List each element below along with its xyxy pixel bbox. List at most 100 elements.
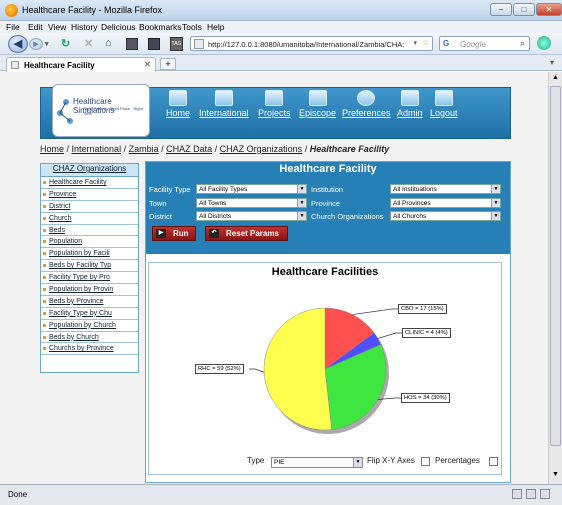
facility-type-select[interactable]: All Facility Types ▼: [196, 184, 307, 194]
breadcrumb-zambia[interactable]: Zambia: [129, 144, 159, 154]
breadcrumb-international[interactable]: International: [72, 144, 122, 154]
breadcrumb-chaz-organizations[interactable]: CHAZ Organizations: [220, 144, 303, 154]
dropdown-arrow-icon: ▼: [297, 185, 306, 193]
search-icon[interactable]: ⌕: [520, 38, 525, 49]
toolbar-icon-1[interactable]: [126, 38, 138, 50]
maximize-button[interactable]: □: [513, 3, 535, 16]
dropdown-arrow-icon: ▼: [297, 212, 306, 220]
menu-tools[interactable]: Tools: [182, 22, 202, 32]
scroll-down-icon[interactable]: ▼: [550, 471, 561, 482]
sidebar-item-beds-by-church[interactable]: Beds by Church: [41, 332, 138, 344]
tab-close-icon[interactable]: ✕: [144, 60, 151, 69]
logo-tagline: Right Patient · Right Place · Right Time: [83, 106, 143, 116]
tag-icon[interactable]: TAG: [170, 37, 183, 51]
nav-projects-label: Projects: [258, 108, 291, 118]
sidebar-item-population-by-facility[interactable]: Population by Facili: [41, 248, 138, 261]
menu-view[interactable]: View: [48, 22, 66, 32]
menu-bar: File Edit View History Delicious Bookmar…: [0, 21, 562, 33]
status-icon-2[interactable]: [526, 489, 536, 499]
tab-list-icon[interactable]: ▾: [550, 58, 554, 67]
stop-icon[interactable]: ✕: [84, 37, 93, 50]
minimize-button[interactable]: –: [490, 3, 512, 16]
title-bar: Healthcare Facility - Mozilla Firefox – …: [0, 0, 562, 21]
breadcrumb-chaz-data[interactable]: CHAZ Data: [166, 144, 212, 154]
url-dropdown-icon[interactable]: ▾: [413, 39, 417, 47]
province-select[interactable]: All Provinces ▼: [390, 198, 501, 208]
type-label: Type: [247, 456, 265, 465]
menu-bookmarks[interactable]: Bookmarks: [139, 22, 182, 32]
addon-icon[interactable]: [537, 36, 551, 50]
pie-label-clinic: CLINIC = 4 (4%): [402, 328, 451, 338]
sidebar-item-population[interactable]: Population: [41, 236, 138, 249]
tab-healthcare-facility[interactable]: Healthcare Facility ✕: [6, 57, 156, 72]
nav-international[interactable]: International: [199, 90, 249, 118]
toolbar-icon-2[interactable]: [148, 38, 160, 50]
close-button[interactable]: ✕: [536, 3, 562, 16]
sidebar-item-province[interactable]: Province: [41, 189, 138, 201]
vertical-scrollbar[interactable]: ▲ ▼: [548, 72, 562, 484]
forward-button[interactable]: ▶: [29, 38, 43, 50]
chart-type-value: PIE: [274, 459, 285, 466]
nav-episcope-label: Episcope: [299, 108, 337, 118]
url-bar[interactable]: http://127.0.0.1:8080/umanitoba/Internat…: [190, 36, 433, 51]
home-icon[interactable]: ⌂: [105, 37, 112, 49]
google-icon: G: [443, 39, 450, 48]
town-value: All Towns: [199, 200, 227, 207]
institution-select[interactable]: All Instituations ▼: [390, 184, 501, 194]
nav-admin[interactable]: Admin: [397, 90, 423, 118]
sidebar-header[interactable]: CHAZ Organizations: [41, 164, 138, 177]
site-logo[interactable]: Healthcare Simulations Right Patient · R…: [52, 84, 150, 137]
sidebar-item-beds-by-province[interactable]: Beds by Province: [41, 296, 138, 308]
nav-preferences[interactable]: Preferences: [342, 90, 391, 118]
scroll-thumb[interactable]: [550, 86, 561, 446]
sidebar-item-population-by-church[interactable]: Population by Church: [41, 320, 138, 332]
nav-international-label: International: [199, 108, 249, 118]
menu-help[interactable]: Help: [207, 22, 224, 32]
firefox-icon: [5, 4, 18, 17]
town-select[interactable]: All Towns ▼: [196, 198, 307, 208]
sidebar-item-facility-type-by-church[interactable]: Facility Type by Chu: [41, 308, 138, 320]
sidebar-item-facility-type-by-province[interactable]: Facility Type by Pro: [41, 272, 138, 285]
sidebar-item-healthcare-facility[interactable]: Healthcare Facility: [41, 177, 138, 189]
pie-label-cbo: CBO = 17 (15%): [398, 304, 447, 314]
sidebar-item-district[interactable]: District: [41, 201, 138, 213]
breadcrumb-separator: /: [302, 144, 310, 154]
status-icon-3[interactable]: [540, 489, 550, 499]
church-organizations-select[interactable]: All Churchs ▼: [390, 211, 501, 221]
tab-title: Healthcare Facility: [24, 61, 95, 70]
sidebar-item-church[interactable]: Church: [41, 213, 138, 225]
sidebar-item-population-by-province[interactable]: Population by Provin: [41, 284, 138, 296]
history-dropdown-icon[interactable]: ▾: [45, 40, 49, 48]
sidebar-item-churchs-by-province[interactable]: Churchs by Province: [41, 343, 138, 356]
breadcrumb-current: Healthcare Facility: [309, 144, 390, 154]
percentages-checkbox[interactable]: [489, 457, 498, 466]
flip-axes-checkbox[interactable]: [421, 457, 430, 466]
dropdown-arrow-icon: ▼: [353, 458, 362, 467]
new-tab-button[interactable]: +: [160, 58, 176, 70]
scroll-up-icon[interactable]: ▲: [550, 74, 561, 85]
sidebar-item-beds[interactable]: Beds: [41, 225, 138, 237]
status-icon-1[interactable]: [512, 489, 522, 499]
sidebar-item-beds-by-facility-type[interactable]: Beds by Facility Typ: [41, 260, 138, 273]
percentages-label: Percentages: [435, 456, 480, 465]
back-button[interactable]: ◀: [8, 35, 28, 53]
bookmark-star-icon[interactable]: ☆: [422, 38, 429, 47]
breadcrumb-home[interactable]: Home: [40, 144, 64, 154]
nav-episcope[interactable]: Episcope: [299, 90, 336, 118]
menu-history[interactable]: History: [71, 22, 97, 32]
run-button[interactable]: ▶ Run: [152, 226, 196, 241]
nav-home[interactable]: Home: [166, 90, 190, 118]
folder-icon: [214, 90, 233, 106]
district-select[interactable]: All Districts ▼: [196, 211, 307, 221]
reset-params-button[interactable]: ↶ Reset Params: [205, 226, 288, 241]
search-placeholder: Google: [460, 40, 486, 49]
nav-logout[interactable]: Logout: [430, 90, 458, 118]
menu-delicious[interactable]: Delicious: [101, 22, 136, 32]
menu-file[interactable]: File: [6, 22, 20, 32]
reload-icon[interactable]: ↻: [61, 37, 70, 50]
search-input[interactable]: G Google ⌕: [439, 36, 530, 51]
pie-label-hos: HOS = 34 (30%): [401, 393, 450, 403]
chart-type-select[interactable]: PIE ▼: [271, 457, 363, 468]
menu-edit[interactable]: Edit: [28, 22, 43, 32]
nav-projects[interactable]: Projects: [258, 90, 291, 118]
